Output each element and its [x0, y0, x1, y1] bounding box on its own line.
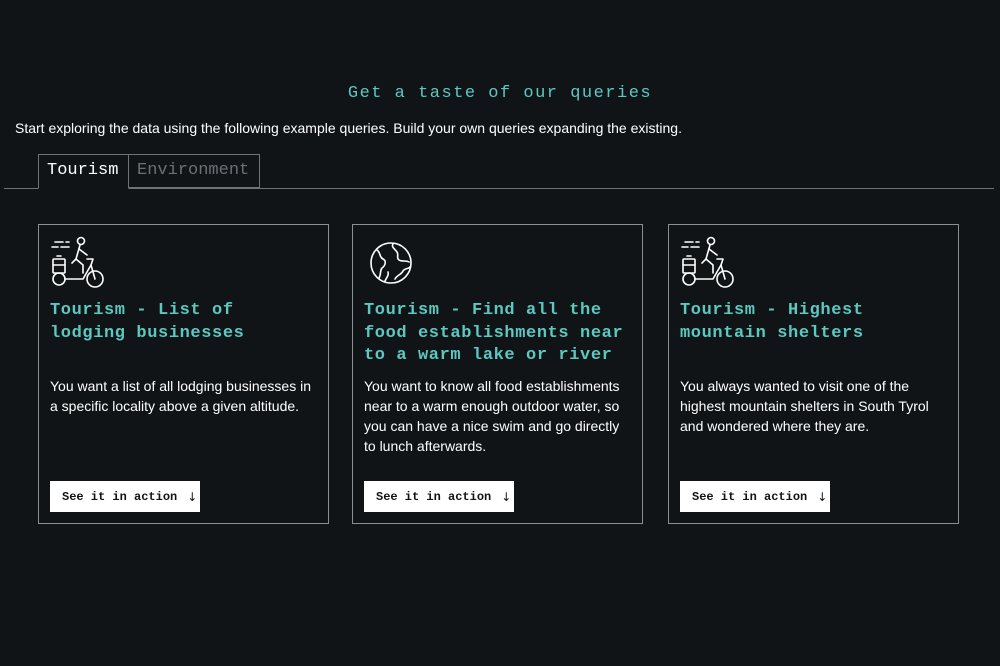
arrow-down-icon: ↓: [187, 489, 198, 504]
card-description: You want to know all food establishments…: [364, 378, 620, 454]
button-label: See it in action: [62, 489, 178, 504]
tabs-divider: [4, 188, 994, 189]
cyclist-luggage-icon: [51, 236, 104, 288]
cyclist-luggage-icon: [681, 236, 734, 288]
button-label: See it in action: [376, 489, 492, 504]
card-title: Tourism - Find all the food establishmen…: [364, 301, 624, 365]
arrow-down-icon: ↓: [817, 489, 828, 504]
query-card-lodging: Tourism - List of lodging businesses You…: [38, 224, 329, 524]
see-it-in-action-button[interactable]: See it in action ↓: [680, 481, 830, 512]
intro-text: Start exploring the data using the follo…: [15, 120, 682, 136]
query-card-food-establishments: Tourism - Find all the food establishmen…: [352, 224, 643, 524]
arrow-down-icon: ↓: [501, 489, 512, 504]
see-it-in-action-button[interactable]: See it in action ↓: [364, 481, 514, 512]
tab-environment[interactable]: Environment: [128, 154, 260, 188]
card-title: Tourism - Highest mountain shelters: [680, 301, 864, 343]
section-title: Get a taste of our queries: [347, 84, 653, 103]
query-card-mountain-shelters: Tourism - Highest mountain shelters You …: [668, 224, 959, 524]
globe-icon: [370, 242, 412, 284]
button-label: See it in action: [692, 489, 808, 504]
see-it-in-action-button[interactable]: See it in action ↓: [50, 481, 200, 512]
card-description: You always wanted to visit one of the hi…: [680, 378, 929, 434]
card-title: Tourism - List of lodging businesses: [50, 301, 245, 343]
card-description: You want a list of all lodging businesse…: [50, 378, 311, 414]
tab-tourism[interactable]: Tourism: [38, 154, 129, 189]
